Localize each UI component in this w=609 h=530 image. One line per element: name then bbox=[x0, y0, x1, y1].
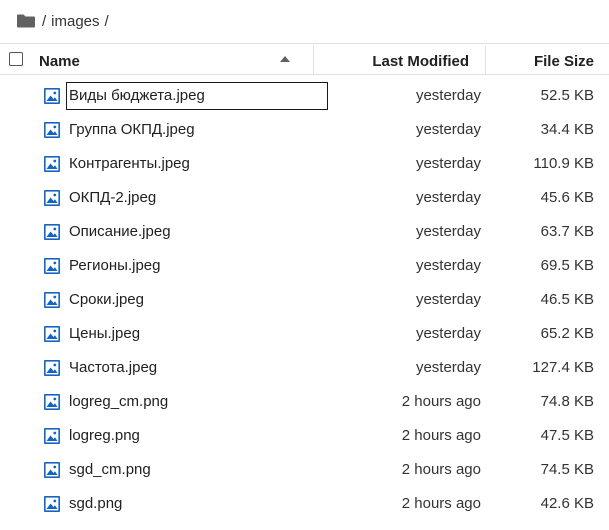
file-size: 45.6 KB bbox=[540, 189, 594, 206]
file-size: 65.2 KB bbox=[540, 325, 594, 342]
file-last-modified: 2 hours ago bbox=[401, 427, 481, 444]
file-last-modified: 2 hours ago bbox=[401, 495, 481, 512]
image-file-icon bbox=[44, 258, 60, 274]
file-size: 63.7 KB bbox=[540, 223, 594, 240]
file-last-modified: yesterday bbox=[415, 223, 481, 240]
sort-ascending-icon[interactable] bbox=[280, 56, 290, 62]
file-last-modified: yesterday bbox=[415, 257, 481, 274]
file-name[interactable]: Группа ОКПД.jpeg bbox=[66, 116, 198, 144]
breadcrumb-separator: / bbox=[42, 12, 47, 30]
image-file-icon bbox=[44, 156, 60, 172]
image-file-icon bbox=[44, 326, 60, 342]
file-name[interactable]: Описание.jpeg bbox=[66, 218, 174, 246]
file-row[interactable]: sgd_cm.png 2 hours ago 74.5 KB bbox=[0, 454, 609, 488]
file-last-modified: yesterday bbox=[415, 359, 481, 376]
file-row[interactable]: Сроки.jpeg yesterday 46.5 KB bbox=[0, 284, 609, 318]
file-row[interactable]: Виды бюджета.jpeg yesterday 52.5 KB bbox=[0, 80, 609, 114]
file-last-modified: yesterday bbox=[415, 325, 481, 342]
file-row[interactable]: Описание.jpeg yesterday 63.7 KB bbox=[0, 216, 609, 250]
column-header-file-size[interactable]: File Size bbox=[534, 44, 594, 80]
file-name[interactable]: logreg.png bbox=[66, 422, 143, 450]
file-name[interactable]: sgd_cm.png bbox=[66, 456, 154, 484]
breadcrumb: / images / bbox=[16, 8, 114, 34]
file-name[interactable]: ОКПД-2.jpeg bbox=[66, 184, 159, 212]
file-last-modified: yesterday bbox=[415, 121, 481, 138]
column-header-last-modified[interactable]: Last Modified bbox=[372, 44, 469, 80]
image-file-icon bbox=[44, 190, 60, 206]
file-name[interactable]: Виды бюджета.jpeg bbox=[66, 82, 328, 110]
file-size: 47.5 KB bbox=[540, 427, 594, 444]
file-name[interactable]: Контрагенты.jpeg bbox=[66, 150, 193, 178]
file-name[interactable]: sgd.png bbox=[66, 490, 125, 518]
file-size: 74.5 KB bbox=[540, 461, 594, 478]
image-file-icon bbox=[44, 428, 60, 444]
breadcrumb-separator: / bbox=[104, 12, 109, 30]
file-name[interactable]: Частота.jpeg bbox=[66, 354, 160, 382]
file-size: 34.4 KB bbox=[540, 121, 594, 138]
file-size: 110.9 KB bbox=[533, 155, 594, 172]
file-size: 127.4 KB bbox=[532, 359, 594, 376]
file-row[interactable]: Регионы.jpeg yesterday 69.5 KB bbox=[0, 250, 609, 284]
file-size: 69.5 KB bbox=[540, 257, 594, 274]
file-row[interactable]: Цены.jpeg yesterday 65.2 KB bbox=[0, 318, 609, 352]
file-row[interactable]: sgd.png 2 hours ago 42.6 KB bbox=[0, 488, 609, 522]
file-last-modified: yesterday bbox=[415, 291, 481, 308]
file-row[interactable]: Группа ОКПД.jpeg yesterday 34.4 KB bbox=[0, 114, 609, 148]
file-size: 74.8 KB bbox=[540, 393, 594, 410]
file-last-modified: 2 hours ago bbox=[401, 393, 481, 410]
image-file-icon bbox=[44, 394, 60, 410]
file-list: Виды бюджета.jpeg yesterday 52.5 KB Группа … bbox=[0, 80, 609, 522]
folder-icon[interactable] bbox=[16, 13, 36, 29]
file-row[interactable]: logreg_cm.png 2 hours ago 74.8 KB bbox=[0, 386, 609, 420]
file-name[interactable]: Цены.jpeg bbox=[66, 320, 143, 348]
select-all-checkbox[interactable] bbox=[9, 52, 23, 66]
image-file-icon bbox=[44, 122, 60, 138]
image-file-icon bbox=[44, 292, 60, 308]
file-last-modified: yesterday bbox=[415, 189, 481, 206]
file-last-modified: 2 hours ago bbox=[401, 461, 481, 478]
file-name[interactable]: Регионы.jpeg bbox=[66, 252, 163, 280]
file-last-modified: yesterday bbox=[415, 87, 481, 104]
file-size: 42.6 KB bbox=[540, 495, 594, 512]
image-file-icon bbox=[44, 224, 60, 240]
file-size: 46.5 KB bbox=[540, 291, 594, 308]
file-last-modified: yesterday bbox=[415, 155, 481, 172]
column-divider[interactable] bbox=[485, 46, 486, 74]
file-row[interactable]: Контрагенты.jpeg yesterday 110.9 KB bbox=[0, 148, 609, 182]
file-size: 52.5 KB bbox=[540, 87, 594, 104]
column-header-name[interactable]: Name bbox=[39, 44, 80, 74]
file-row[interactable]: ОКПД-2.jpeg yesterday 45.6 KB bbox=[0, 182, 609, 216]
breadcrumb-item-images[interactable]: images bbox=[51, 13, 99, 30]
file-name[interactable]: logreg_cm.png bbox=[66, 388, 171, 416]
file-name[interactable]: Сроки.jpeg bbox=[66, 286, 147, 314]
column-divider[interactable] bbox=[313, 46, 314, 74]
image-file-icon bbox=[44, 462, 60, 478]
image-file-icon bbox=[44, 88, 60, 104]
file-row[interactable]: logreg.png 2 hours ago 47.5 KB bbox=[0, 420, 609, 454]
image-file-icon bbox=[44, 496, 60, 512]
file-row[interactable]: Частота.jpeg yesterday 127.4 KB bbox=[0, 352, 609, 386]
image-file-icon bbox=[44, 360, 60, 376]
file-list-header: Name Last Modified File Size bbox=[0, 43, 609, 75]
